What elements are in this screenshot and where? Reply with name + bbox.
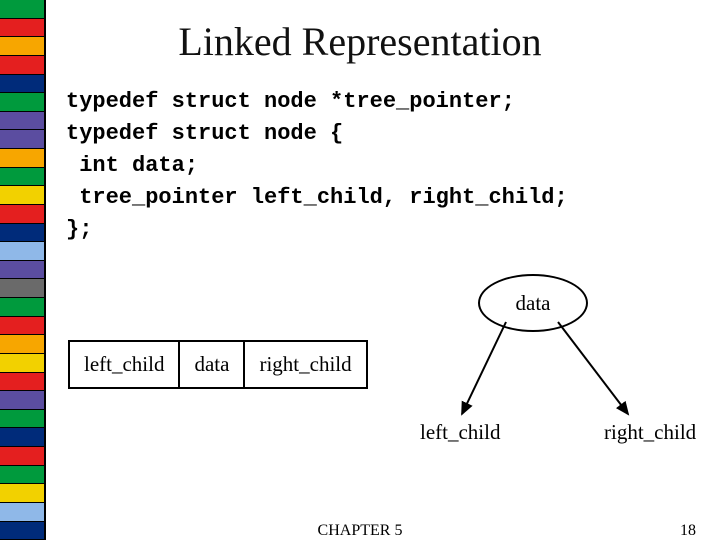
stripe	[0, 410, 46, 429]
table-cell-left: left_child	[69, 341, 179, 388]
stripe	[0, 242, 46, 261]
tree-right-child-label: right_child	[604, 420, 696, 445]
table-cell-data: data	[179, 341, 244, 388]
stripe	[0, 0, 46, 19]
stripe	[0, 93, 46, 112]
tree-node-ellipse: data	[478, 274, 588, 332]
footer-page-number: 18	[680, 522, 696, 540]
stripe	[0, 428, 46, 447]
stripe	[0, 484, 46, 503]
stripe	[0, 503, 46, 522]
code-line: };	[66, 217, 92, 242]
stripe	[0, 317, 46, 336]
stripe	[0, 261, 46, 280]
tree-node-label: data	[516, 291, 551, 316]
stripe	[0, 354, 46, 373]
code-line: int data;	[66, 153, 198, 178]
stripe	[0, 149, 46, 168]
code-line: typedef struct node *tree_pointer;	[66, 89, 515, 114]
stripe	[0, 391, 46, 410]
stripe	[0, 205, 46, 224]
decorative-stripe-column	[0, 0, 46, 540]
stripe	[0, 186, 46, 205]
code-block: typedef struct node *tree_pointer; typed…	[66, 86, 568, 245]
node-table: left_child data right_child	[68, 340, 368, 389]
stripe	[0, 279, 46, 298]
stripe	[0, 168, 46, 187]
code-line: typedef struct node {	[66, 121, 343, 146]
stripe	[0, 75, 46, 94]
table-row: left_child data right_child	[69, 341, 367, 388]
stripe	[0, 447, 46, 466]
tree-left-child-label: left_child	[420, 420, 500, 445]
tree-arrows	[0, 0, 720, 540]
stripe	[0, 112, 46, 131]
table-cell-right: right_child	[244, 341, 366, 388]
footer-chapter: CHAPTER 5	[0, 522, 720, 540]
slide-title: Linked Representation	[0, 18, 720, 65]
stripe	[0, 335, 46, 354]
stripe	[0, 130, 46, 149]
code-line: tree_pointer left_child, right_child;	[66, 185, 568, 210]
stripe	[0, 298, 46, 317]
stripe	[0, 224, 46, 243]
stripe	[0, 373, 46, 392]
stripe	[0, 466, 46, 485]
